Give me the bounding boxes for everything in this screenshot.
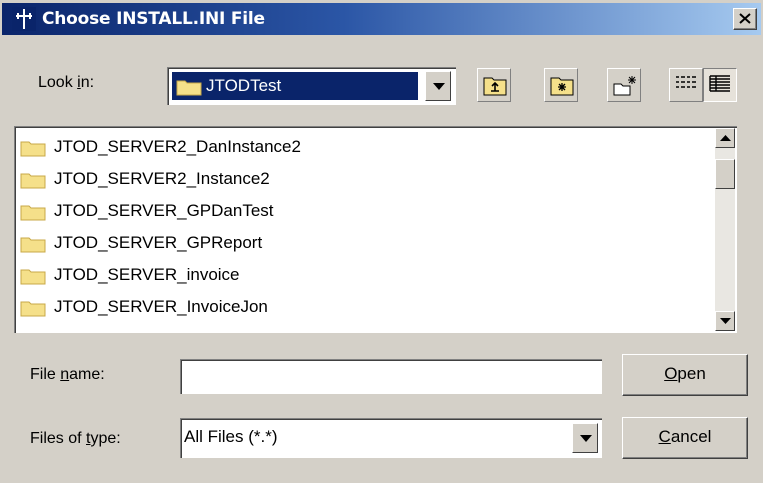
chevron-up-icon bbox=[720, 135, 731, 141]
folder-icon bbox=[20, 141, 46, 157]
folder-icon bbox=[20, 269, 46, 285]
close-icon bbox=[739, 13, 751, 24]
files-of-type-dropdown-button[interactable] bbox=[572, 423, 598, 453]
look-in-selected: JTODTest bbox=[172, 72, 418, 100]
file-list[interactable]: JTOD_SERVER2_DanInstance2 JTOD_SERVER2_I… bbox=[14, 126, 737, 333]
up-one-level-button[interactable] bbox=[477, 68, 511, 102]
chevron-down-icon bbox=[580, 435, 592, 442]
window-title: Choose INSTALL.INI File bbox=[42, 9, 265, 29]
look-in-value: JTODTest bbox=[206, 76, 282, 95]
folder-icon bbox=[20, 173, 46, 189]
close-button[interactable] bbox=[733, 8, 757, 30]
list-item-label: JTOD_SERVER_GPReport bbox=[54, 233, 263, 252]
details-view-button[interactable] bbox=[703, 68, 737, 102]
look-in-dropdown-button[interactable] bbox=[425, 71, 451, 101]
new-folder-icon bbox=[613, 76, 636, 96]
list-view-button[interactable] bbox=[669, 68, 703, 102]
scroll-down-button[interactable] bbox=[715, 311, 735, 331]
look-in-combo[interactable]: JTODTest bbox=[167, 67, 456, 105]
home-folder-icon bbox=[550, 77, 574, 96]
cancel-button[interactable]: Cancel bbox=[622, 417, 748, 459]
details-view-icon bbox=[709, 75, 730, 92]
chevron-down-icon bbox=[433, 83, 445, 90]
new-folder-button[interactable] bbox=[607, 68, 641, 102]
list-view-icon bbox=[676, 76, 696, 88]
file-name-label: File name: bbox=[30, 366, 105, 383]
up-one-level-icon bbox=[483, 77, 507, 96]
list-item-label: JTOD_SERVER_InvoiceJon bbox=[54, 297, 268, 316]
files-of-type-value: All Files (*.*) bbox=[184, 427, 278, 446]
vertical-scrollbar[interactable] bbox=[715, 128, 735, 331]
title-bar[interactable]: Choose INSTALL.INI File bbox=[2, 3, 761, 35]
files-of-type-combo[interactable]: All Files (*.*) bbox=[180, 418, 602, 458]
list-item-label: JTOD_SERVER_GPDanTest bbox=[54, 201, 274, 220]
files-of-type-label: Files of type: bbox=[30, 430, 121, 447]
choose-file-dialog: Choose INSTALL.INI File Look in: JTODTes… bbox=[0, 0, 763, 483]
scrollbar-thumb[interactable] bbox=[715, 159, 735, 189]
list-item-label: JTOD_SERVER2_Instance2 bbox=[54, 169, 270, 188]
list-item-label: JTOD_SERVER2_DanInstance2 bbox=[54, 137, 301, 156]
scroll-up-button[interactable] bbox=[715, 128, 735, 148]
chevron-down-icon bbox=[720, 318, 731, 324]
folder-icon bbox=[20, 237, 46, 253]
list-item-label: JTOD_SERVER_invoice bbox=[54, 265, 240, 284]
look-in-label: Look in: bbox=[38, 74, 95, 91]
java-cup-icon bbox=[12, 7, 36, 31]
folder-icon bbox=[20, 205, 46, 221]
open-button[interactable]: Open bbox=[622, 354, 748, 396]
home-folder-button[interactable] bbox=[544, 68, 578, 102]
file-name-input[interactable] bbox=[180, 359, 602, 394]
folder-icon bbox=[176, 80, 202, 96]
folder-icon bbox=[20, 301, 46, 317]
